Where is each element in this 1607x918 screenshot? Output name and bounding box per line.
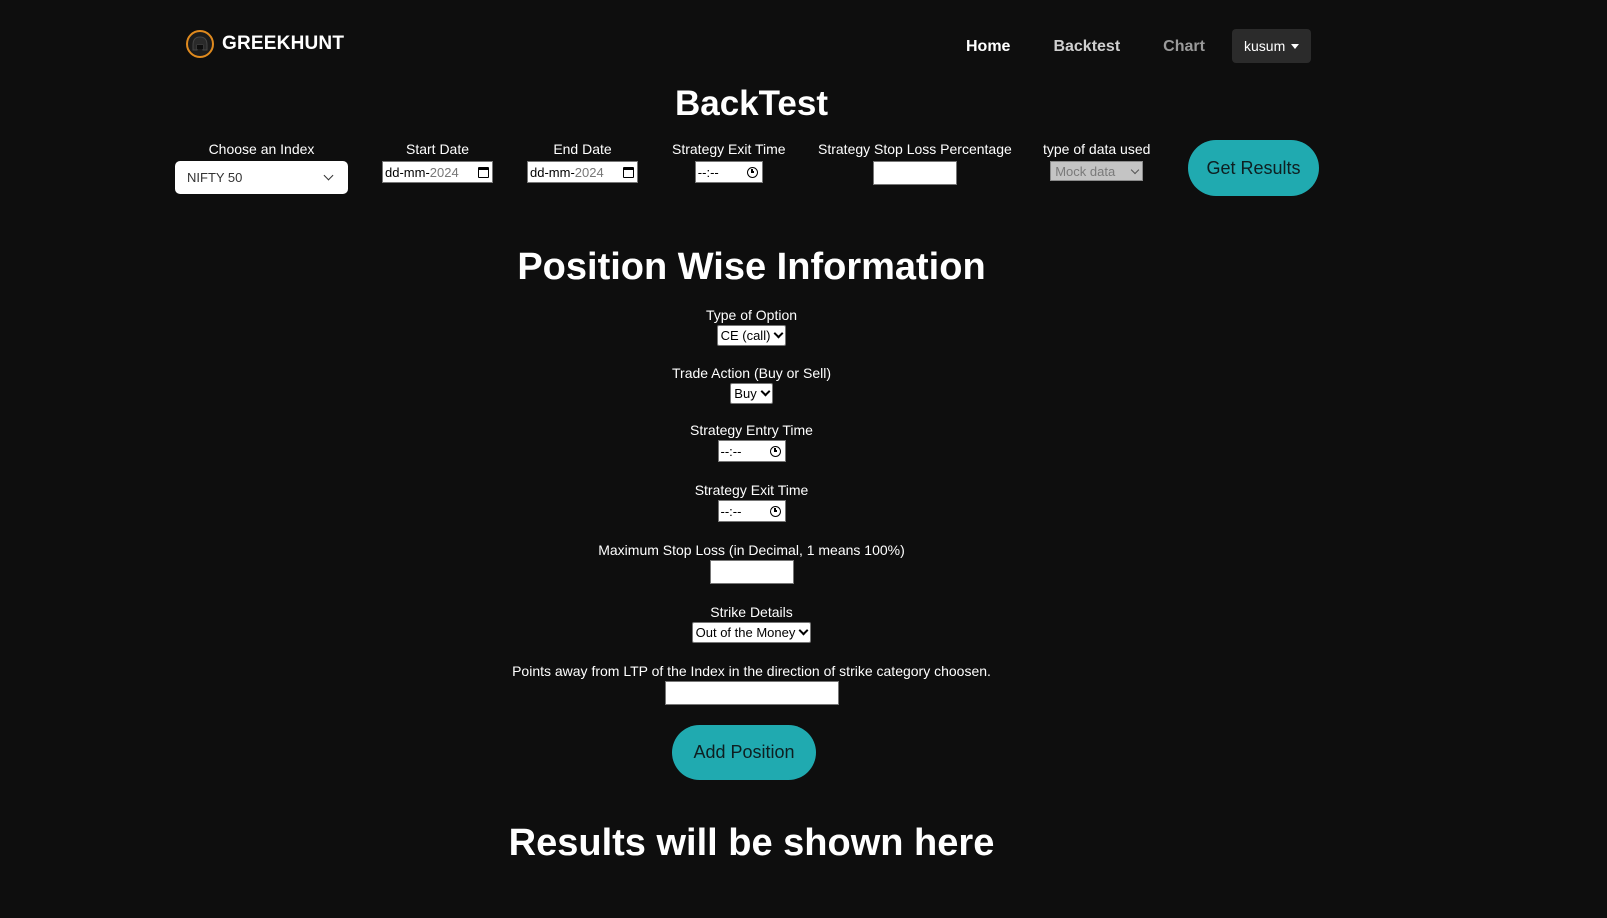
position-exit-time-value: --:--	[720, 503, 742, 519]
stop-loss-input[interactable]	[872, 161, 957, 185]
page-title: BackTest	[674, 84, 829, 123]
position-section-title: Position Wise Information	[517, 246, 986, 288]
data-type-label: type of data used	[1043, 141, 1151, 157]
strike-details-label: Strike Details	[710, 604, 793, 620]
start-date-field: Start Date dd-mm-2024	[382, 141, 493, 183]
page: GREEKHUNT Home Backtest Chart kusum Back…	[0, 0, 1607, 918]
index-label: Choose an Index	[208, 141, 315, 157]
stop-loss-field: Strategy Stop Loss Percentage	[818, 141, 1012, 185]
brand[interactable]: GREEKHUNT	[186, 30, 344, 58]
chevron-down-icon	[323, 170, 334, 181]
strike-details-field: Strike Details Out of the Money	[0, 604, 1503, 643]
points-away-label: Points away from LTP of the Index in the…	[512, 663, 991, 679]
calendar-icon[interactable]	[478, 166, 489, 178]
get-results-button[interactable]: Get Results	[1188, 140, 1319, 196]
entry-time-value: --:--	[720, 443, 742, 459]
data-type-value: Mock data	[1055, 163, 1116, 179]
max-stop-loss-field: Maximum Stop Loss (in Decimal, 1 means 1…	[0, 542, 1503, 584]
nav-chart-link[interactable]: Chart	[1163, 38, 1205, 56]
calendar-icon[interactable]	[623, 166, 634, 178]
chevron-down-icon	[760, 386, 771, 397]
end-date-input[interactable]: dd-mm-2024	[527, 161, 638, 183]
option-type-label: Type of Option	[705, 307, 798, 323]
entry-time-input[interactable]: --:--	[717, 440, 786, 462]
add-position-button[interactable]: Add Position	[672, 725, 816, 780]
chevron-down-icon	[1130, 165, 1140, 174]
results-title: Results will be shown here	[508, 822, 995, 864]
index-selected-value: NIFTY 50	[187, 170, 243, 185]
start-date-input[interactable]: dd-mm-2024	[382, 161, 493, 183]
points-away-input[interactable]	[664, 681, 839, 705]
entry-time-field: Strategy Entry Time --:--	[0, 422, 1503, 462]
end-date-field: End Date dd-mm-2024	[527, 141, 638, 183]
index-select[interactable]: NIFTY 50	[175, 161, 348, 194]
position-exit-time-label: Strategy Exit Time	[694, 482, 809, 498]
max-stop-loss-label: Maximum Stop Loss (in Decimal, 1 means 1…	[598, 542, 905, 558]
caret-down-icon	[1291, 44, 1300, 49]
exit-time-label: Strategy Exit Time	[672, 141, 786, 157]
trade-action-value: Buy	[734, 386, 757, 401]
strike-details-value: Out of the Money	[695, 625, 796, 640]
exit-time-value: --:--	[697, 164, 719, 180]
brand-name: GREEKHUNT	[222, 33, 345, 54]
data-type-field: type of data used Mock data	[1043, 141, 1150, 181]
user-name: kusum	[1244, 38, 1286, 54]
trade-action-select[interactable]: Buy	[730, 383, 773, 404]
nav-backtest-link[interactable]: Backtest	[1053, 38, 1120, 56]
nav-home-link[interactable]: Home	[966, 38, 1010, 56]
entry-time-label: Strategy Entry Time	[690, 422, 813, 438]
strike-details-select[interactable]: Out of the Money	[691, 622, 812, 643]
start-date-label: Start Date	[405, 141, 470, 157]
option-type-select[interactable]: CE (call)	[716, 325, 787, 346]
trade-action-field: Trade Action (Buy or Sell) Buy	[0, 365, 1503, 404]
option-type-value: CE (call)	[720, 328, 771, 343]
clock-icon[interactable]	[746, 166, 758, 178]
position-exit-time-input[interactable]: --:--	[717, 500, 786, 522]
end-date-label: End Date	[553, 141, 612, 157]
clock-icon[interactable]	[769, 505, 781, 517]
main-nav: Home Backtest Chart	[966, 38, 1248, 56]
helmet-logo-icon	[186, 30, 214, 58]
chevron-down-icon	[773, 328, 784, 339]
user-menu-dropdown[interactable]: kusum	[1232, 29, 1312, 63]
clock-icon[interactable]	[769, 445, 781, 457]
index-field: Choose an Index NIFTY 50	[175, 141, 348, 194]
position-exit-time-field: Strategy Exit Time --:--	[0, 482, 1503, 522]
points-away-field: Points away from LTP of the Index in the…	[0, 663, 1503, 705]
end-date-value: dd-mm-2024	[530, 164, 604, 180]
stop-loss-label: Strategy Stop Loss Percentage	[818, 141, 1012, 157]
data-type-select[interactable]: Mock data	[1050, 161, 1144, 181]
start-date-value: dd-mm-2024	[385, 164, 459, 180]
exit-time-input[interactable]: --:--	[694, 161, 763, 183]
exit-time-field: Strategy Exit Time --:--	[672, 141, 786, 183]
chevron-down-icon	[798, 625, 809, 636]
max-stop-loss-input[interactable]	[709, 560, 794, 584]
trade-action-label: Trade Action (Buy or Sell)	[672, 365, 831, 381]
option-type-field: Type of Option CE (call)	[0, 307, 1503, 346]
